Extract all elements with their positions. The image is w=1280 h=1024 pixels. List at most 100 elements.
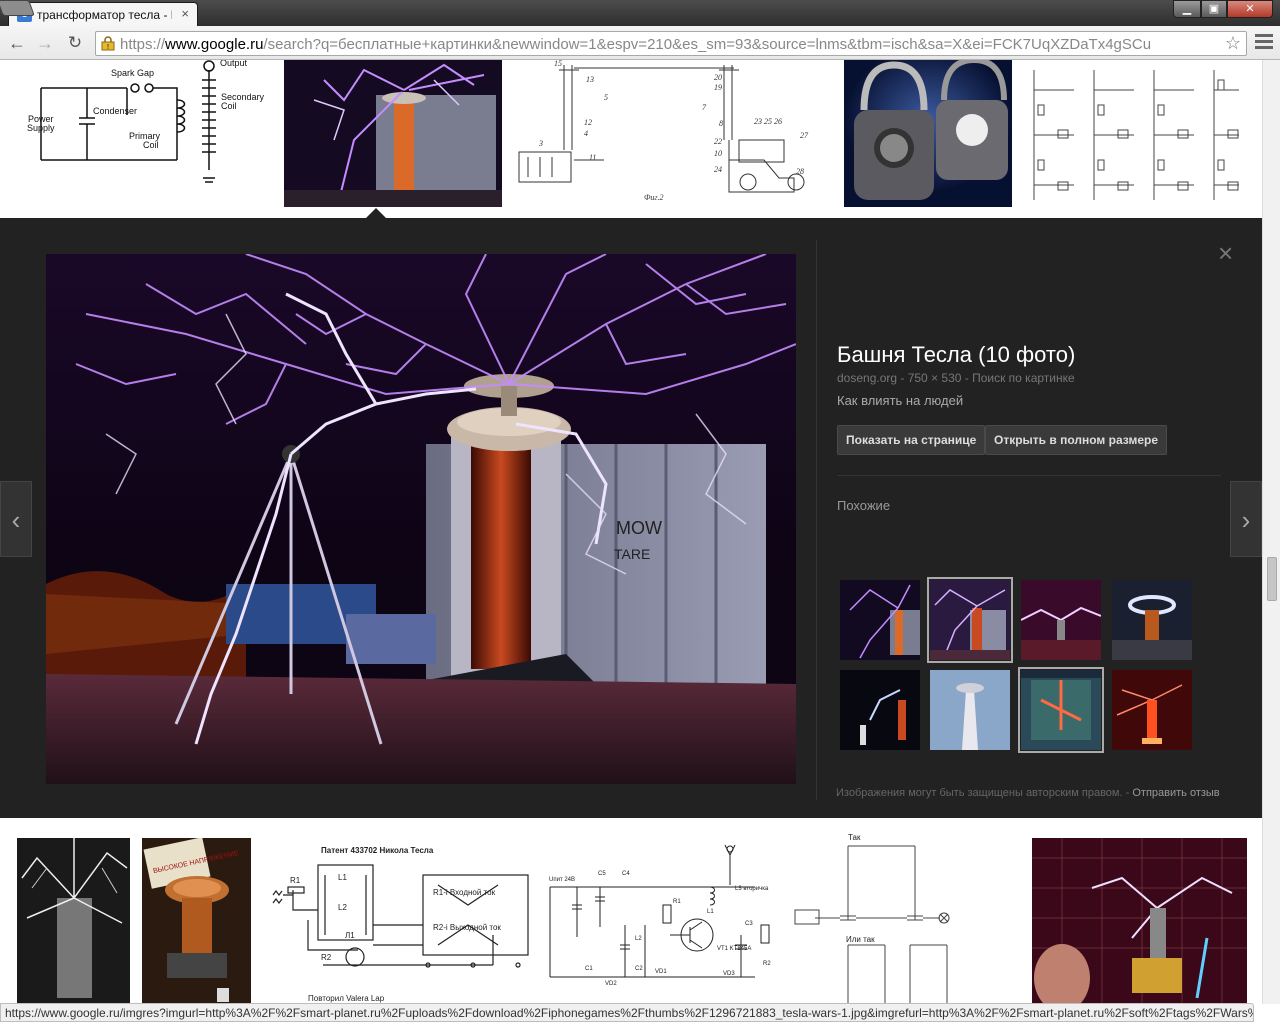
wiring-ili-tak-label: Или так	[846, 935, 875, 944]
svg-text:12: 12	[584, 118, 592, 127]
reload-icon[interactable]: ↻	[64, 32, 86, 54]
page-scrollbar[interactable]	[1262, 60, 1280, 1004]
svg-text:VD3: VD3	[723, 971, 735, 977]
open-full-size-button[interactable]: Открыть в полном размере	[985, 425, 1167, 455]
result-thumb-transistor-schematic[interactable]: Uпит 24В C5 C4 R1 L1 VT1 KT845A L3 вторичка…	[545, 835, 778, 1004]
image-search-results: Spark Gap Output Condenser Power Supply …	[0, 60, 1262, 1004]
new-tab-button[interactable]	[0, 0, 35, 16]
svg-text:C4: C4	[622, 871, 630, 877]
next-image-button[interactable]: ›	[1230, 481, 1262, 557]
similar-image-7[interactable]	[1018, 667, 1104, 753]
image-title[interactable]: Башня Тесла (10 фото)	[837, 342, 1075, 368]
patent-input-label: R1-i Входной ток	[433, 888, 496, 897]
svg-text:27: 27	[800, 131, 809, 140]
svg-text:10: 10	[714, 149, 722, 158]
schematic-transistor-label: VT1 KT845A	[717, 946, 751, 952]
window-minimize-button[interactable]: ▁	[1173, 0, 1201, 18]
svg-text:R1: R1	[290, 876, 301, 885]
result-thumb-circuit-grid[interactable]	[1024, 60, 1246, 207]
label-output: Output	[220, 60, 248, 68]
url-text: https://www.google.ru/search?q=бесплатны…	[120, 36, 1152, 53]
result-thumb-copper-coil[interactable]: ВЫСОКОЕ НАПРЯЖЕНИЕ	[142, 838, 251, 1004]
schematic-input-label: Uпит 24В	[549, 877, 575, 883]
selection-pointer	[366, 208, 386, 218]
svg-text:15: 15	[554, 60, 562, 68]
container-text-2: TARE	[614, 546, 650, 562]
svg-text:28: 28	[796, 167, 804, 176]
tab-close-icon[interactable]: ×	[181, 6, 189, 21]
svg-text:7: 7	[702, 103, 707, 112]
similar-images-label: Похожие	[837, 498, 891, 513]
patent-output-label: R2-i Выходной ток	[433, 923, 501, 932]
svg-text:4: 4	[584, 129, 588, 138]
label-primary-coil: Coil	[143, 140, 159, 150]
svg-text:8: 8	[719, 119, 723, 128]
bookmark-star-icon[interactable]: ☆	[1225, 33, 1241, 54]
browser-toolbar: ← → ↻ ! https://www.google.ru/search?q=б…	[0, 26, 1280, 60]
browser-tab-active[interactable]: 8 трансформатор тесла - Г ×	[8, 2, 198, 26]
svg-text:L2: L2	[338, 903, 347, 912]
copyright-notice: Изображения могут быть защищены авторски…	[836, 787, 1220, 799]
patent-title: Патент 433702 Никола Тесла	[321, 846, 434, 855]
svg-text:23 25 26: 23 25 26	[754, 117, 782, 126]
svg-text:R2: R2	[321, 953, 332, 962]
close-preview-icon[interactable]: ×	[1218, 238, 1233, 269]
address-bar[interactable]: ! https://www.google.ru/search?q=бесплат…	[95, 31, 1247, 56]
wiring-tak-label: Так	[848, 833, 861, 842]
svg-text:C1: C1	[585, 966, 593, 972]
result-thumb-circuit-diagram[interactable]: Spark Gap Output Condenser Power Supply …	[17, 60, 272, 198]
svg-text:Л1: Л1	[345, 931, 355, 940]
security-warning-icon[interactable]: !	[101, 36, 115, 51]
label-spark-gap: Spark Gap	[111, 68, 154, 78]
similar-image-1[interactable]	[840, 580, 920, 660]
label-condenser: Condenser	[93, 106, 137, 116]
label-secondary-coil: Coil	[221, 101, 237, 111]
patent-footer: Повторил Valera Lap	[308, 994, 385, 1003]
svg-text:22: 22	[714, 137, 722, 146]
title-bar: 8 трансформатор тесла - Г × ▁ ▣ ✕	[0, 0, 1280, 26]
similar-image-8[interactable]	[1112, 670, 1192, 750]
panel-divider	[816, 240, 817, 800]
image-preview-panel: ‹ MOW TARE × Башня Тесла (10 фото) dosen…	[0, 218, 1262, 818]
svg-text:L1: L1	[707, 909, 714, 915]
svg-text:L1: L1	[338, 873, 347, 882]
svg-text:L2: L2	[635, 936, 642, 942]
window-close-button[interactable]: ✕	[1227, 0, 1273, 18]
previous-image-button[interactable]: ‹	[0, 481, 32, 557]
result-thumb-tesla-patent-schematic[interactable]: Патент 433702 Никола Тесла R1 L1 L2 Л1 R2 R1…	[263, 835, 533, 1004]
result-thumb-lanterns[interactable]	[844, 60, 1012, 207]
svg-text:R2: R2	[763, 961, 771, 967]
similar-image-6[interactable]	[930, 670, 1010, 750]
status-bar: https://www.google.ru/imgres?imgurl=http…	[0, 1003, 1254, 1022]
similar-image-2-selected[interactable]	[927, 577, 1013, 663]
svg-text:C2: C2	[635, 966, 643, 972]
main-preview-image[interactable]: MOW TARE	[46, 254, 796, 784]
svg-text:3: 3	[538, 139, 543, 148]
tab-title: трансформатор тесла - Г	[37, 8, 172, 22]
result-thumb-red-cage-discharge[interactable]	[1032, 838, 1247, 1004]
image-meta[interactable]: doseng.org - 750 × 530 - Поиск по картин…	[837, 371, 1075, 385]
svg-text:C5: C5	[598, 871, 606, 877]
svg-text:11: 11	[589, 153, 596, 162]
scrollbar-thumb[interactable]	[1267, 557, 1277, 601]
back-arrow-icon[interactable]: ←	[6, 32, 28, 54]
result-thumb-wiring-diagram[interactable]: Так Или так	[790, 830, 1020, 1004]
container-text-1: MOW	[616, 518, 662, 538]
svg-text:VD2: VD2	[605, 981, 617, 987]
result-thumb-patent-drawing[interactable]: 15 13 5 12 4 3 11 20 19 7 8 23 25 26 27 22 10 24 28 Фиг…	[514, 60, 832, 202]
schematic-secondary-label: L3 вторичка	[735, 886, 769, 892]
svg-text:24: 24	[714, 165, 722, 174]
window-maximize-button[interactable]: ▣	[1201, 0, 1227, 18]
similar-image-4[interactable]	[1112, 580, 1192, 660]
svg-text:VD1: VD1	[655, 969, 667, 975]
send-feedback-link[interactable]: Отправить отзыв	[1132, 787, 1219, 799]
show-on-page-button[interactable]: Показать на странице	[837, 425, 986, 455]
svg-text:13: 13	[586, 75, 594, 84]
similar-image-5[interactable]	[840, 670, 920, 750]
forward-arrow-icon[interactable]: →	[34, 32, 56, 54]
chrome-menu-icon[interactable]	[1255, 34, 1273, 52]
svg-text:R1: R1	[673, 899, 681, 905]
result-thumb-tesla-coil-selected[interactable]	[284, 60, 502, 207]
result-thumb-bw-tesla-coil[interactable]	[17, 838, 130, 1004]
similar-image-3[interactable]	[1021, 580, 1101, 660]
